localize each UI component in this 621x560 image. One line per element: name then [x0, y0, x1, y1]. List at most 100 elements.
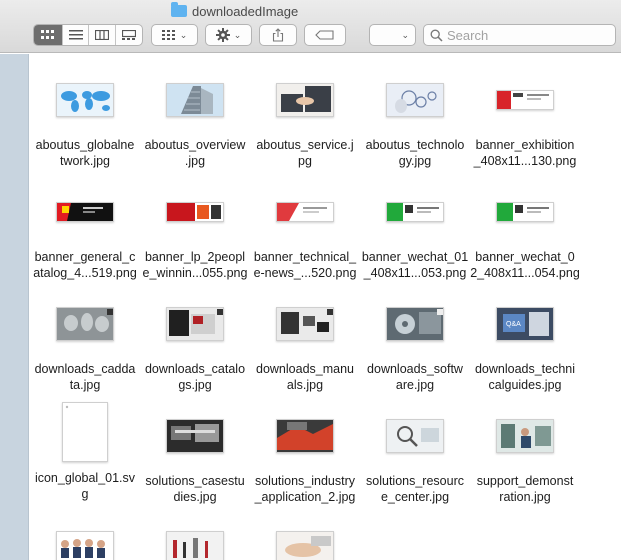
file-thumbnail-area [360, 180, 470, 244]
file-thumbnail-area [30, 400, 140, 464]
file-item[interactable]: banner_exhibition _408x11...130.png [470, 68, 580, 169]
file-name: banner_wechat_0 2_408x11...054.png [470, 249, 580, 281]
file-item[interactable]: support_demonst ration.jpg [470, 404, 580, 505]
file-item[interactable]: banner_wechat_01 _408x11...053.png [360, 180, 470, 281]
file-name: banner_exhibition _408x11...130.png [470, 137, 580, 169]
file-thumbnail-area [250, 68, 360, 132]
file-name-line: downloads_cadda [34, 362, 136, 376]
file-thumbnail-area [140, 292, 250, 356]
view-mode-control [33, 24, 143, 46]
list-view-button[interactable] [61, 25, 89, 45]
path-dropdown[interactable]: ⌄ [369, 24, 416, 46]
file-name: solutions_industry _application_2.jpg [250, 473, 360, 505]
file-name-line: are.jpg [395, 378, 435, 392]
file-name: solutions_resourc e_center.jpg [360, 473, 470, 505]
file-item[interactable]: downloads_catalo gs.jpg [140, 292, 250, 393]
file-name: support_demonst ration.jpg [470, 473, 580, 505]
file-item[interactable]: solutions_resourc e_center.jpg [360, 404, 470, 505]
file-item[interactable]: solutions_casestu dies.jpg [140, 404, 250, 505]
file-name-line: .jpg [184, 154, 206, 168]
file-item[interactable] [250, 516, 360, 560]
column-view-button[interactable] [88, 25, 115, 45]
file-name-line: ration.jpg [499, 490, 551, 504]
svg-text:Q&A: Q&A [506, 321, 521, 328]
file-thumbnail [276, 419, 334, 453]
file-thumbnail-area [470, 404, 580, 468]
file-item[interactable]: aboutus_globalne twork.jpg [30, 68, 140, 169]
file-item[interactable]: icon_global_01.svg [30, 400, 140, 502]
file-name: downloads_cadda ta.jpg [30, 361, 140, 393]
action-button[interactable]: ⌄ [205, 24, 252, 46]
file-name-line: banner_wechat_01 [361, 250, 469, 264]
file-thumbnail [386, 202, 444, 222]
file-name: aboutus_globalne twork.jpg [30, 137, 140, 169]
gallery-view-button[interactable] [115, 25, 142, 45]
file-item[interactable]: downloads_manu als.jpg [250, 292, 360, 393]
group-by-button[interactable]: ⌄ [151, 24, 198, 46]
finder-toolbar: downloadedImage ⌄ ⌄ ⌄ Search [0, 0, 621, 53]
file-name-line: _application_2.jpg [254, 490, 356, 504]
file-name-line: aboutus_service.j [256, 138, 354, 152]
file-item[interactable]: Q&A downloads_techni calguides.jpg [470, 292, 580, 393]
file-thumbnail [496, 90, 554, 110]
file-thumbnail [276, 202, 334, 222]
file-thumbnail-area [470, 68, 580, 132]
file-name-line: e_winnin...055.png [142, 266, 248, 280]
file-name: icon_global_01.svg [30, 470, 140, 502]
file-thumbnail [56, 202, 114, 222]
file-item[interactable]: downloads_cadda ta.jpg [30, 292, 140, 393]
file-name-line: icon_global_01.sv [34, 471, 136, 485]
file-item[interactable] [30, 516, 140, 560]
file-name-line: support_demonst [476, 474, 574, 488]
file-item[interactable]: solutions_industry _application_2.jpg [250, 404, 360, 505]
file-name-line: solutions_industry [254, 474, 356, 488]
file-name-line: atalog_4...519.png [33, 266, 137, 280]
chevron-down-icon: ⌄ [401, 29, 409, 40]
sidebar [0, 54, 29, 560]
tag-button[interactable] [304, 24, 346, 46]
file-name-line: downloads_manu [256, 362, 354, 376]
search-field[interactable]: Search [423, 24, 616, 46]
file-thumbnail [386, 83, 444, 117]
file-item[interactable]: aboutus_service.jpg [250, 68, 360, 169]
file-item[interactable]: banner_lp_2peopl e_winnin...055.png [140, 180, 250, 281]
file-thumbnail [386, 307, 444, 341]
file-thumbnail-area [250, 404, 360, 468]
file-thumbnail-area [140, 68, 250, 132]
file-item[interactable] [140, 516, 250, 560]
window-title: downloadedImage [171, 2, 298, 20]
file-thumbnail [166, 307, 224, 341]
file-name-line: aboutus_globalne [35, 138, 135, 152]
file-item[interactable]: banner_technical_ e-news_...520.png [250, 180, 360, 281]
file-item[interactable]: aboutus_technolo gy.jpg [360, 68, 470, 169]
file-name-line: g [81, 487, 89, 501]
file-name-line: aboutus_overview [144, 138, 246, 152]
file-name-line: pg [298, 154, 312, 168]
icon-view-button[interactable] [34, 25, 62, 45]
share-button[interactable] [259, 24, 297, 46]
file-thumbnail-area [250, 516, 360, 560]
file-name: downloads_softw are.jpg [360, 361, 470, 393]
file-name-line: e-news_...520.png [253, 266, 357, 280]
file-name: aboutus_service.jpg [250, 137, 360, 169]
column-view-icon [95, 30, 110, 40]
file-thumbnail [62, 402, 108, 462]
file-name-line: downloads_catalo [144, 362, 246, 376]
file-name: banner_lp_2peopl e_winnin...055.png [140, 249, 250, 281]
file-thumbnail [496, 202, 554, 222]
file-thumbnail-area [250, 292, 360, 356]
file-thumbnail-area [250, 180, 360, 244]
file-name: aboutus_overview .jpg [140, 137, 250, 169]
file-thumbnail: Q&A [496, 307, 554, 341]
file-item[interactable]: downloads_softw are.jpg [360, 292, 470, 393]
file-item[interactable]: banner_wechat_0 2_408x11...054.png [470, 180, 580, 281]
file-name-line: banner_lp_2peopl [144, 250, 246, 264]
window-title-text: downloadedImage [192, 3, 299, 19]
chevron-down-icon: ⌄ [179, 29, 188, 40]
file-item[interactable]: aboutus_overview .jpg [140, 68, 250, 169]
search-placeholder: Search [447, 27, 489, 43]
file-name-line: gy.jpg [398, 154, 432, 168]
file-item[interactable]: banner_general_c atalog_4...519.png [30, 180, 140, 281]
file-name-line: aboutus_technolo [365, 138, 465, 152]
folder-icon [171, 2, 187, 17]
